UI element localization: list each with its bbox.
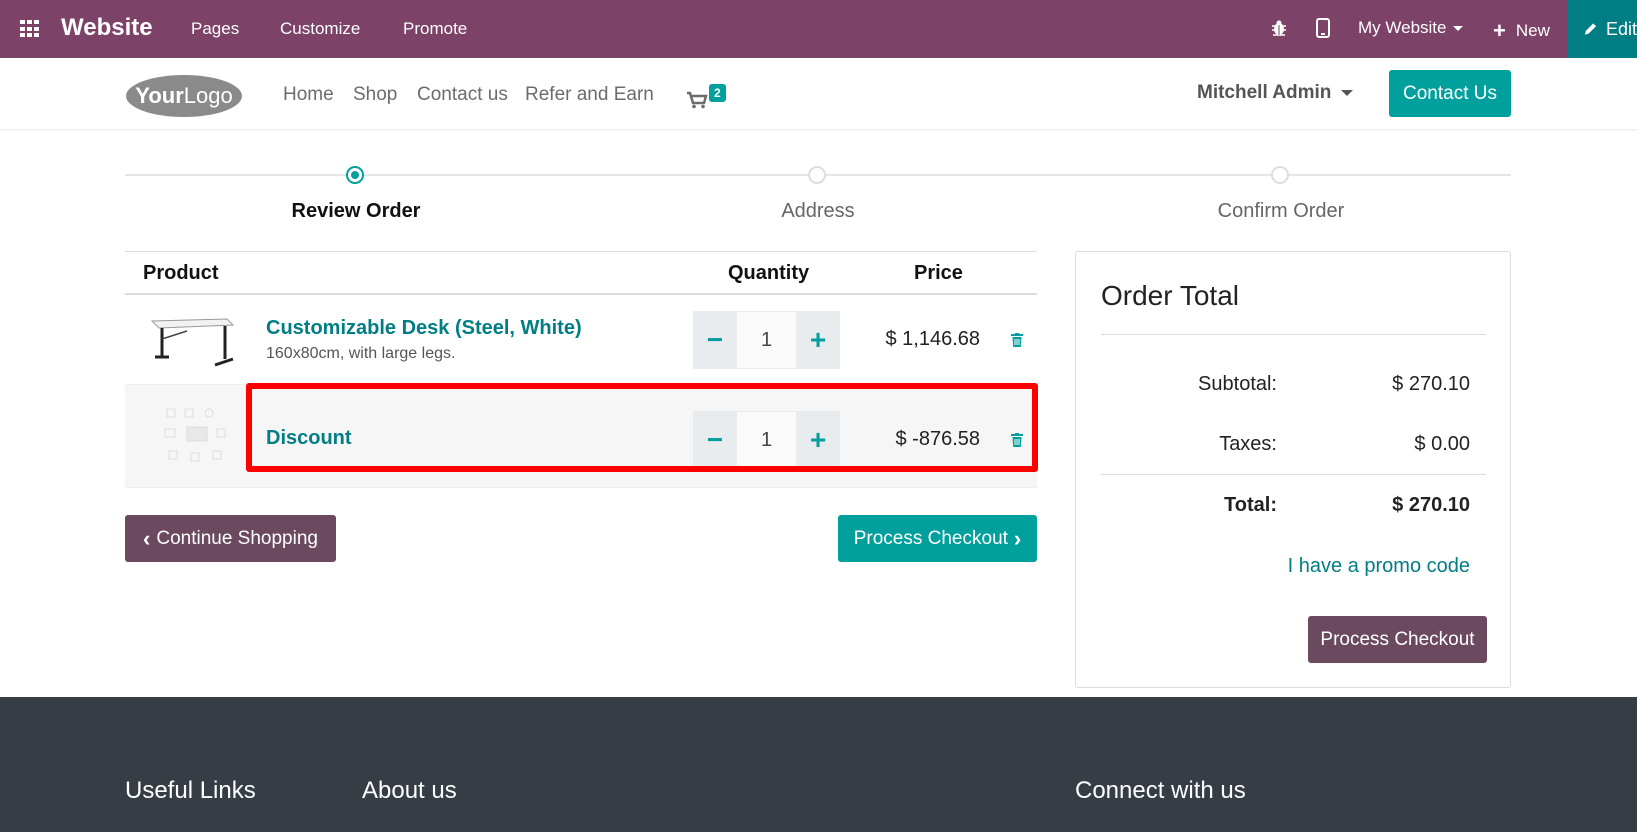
product-name-link[interactable]: Discount	[266, 427, 352, 450]
cart-count-badge: 2	[709, 84, 726, 102]
footer-connect-heading: Connect with us	[1075, 777, 1246, 804]
contact-us-button[interactable]: Contact Us	[1389, 70, 1511, 117]
taxes-value: $ 0.00	[1414, 433, 1470, 455]
mobile-preview-icon[interactable]	[1316, 18, 1330, 38]
footer-useful-links-heading: Useful Links	[125, 777, 256, 804]
nav-home[interactable]: Home	[283, 84, 334, 106]
new-button[interactable]: + New	[1493, 18, 1550, 44]
checkout-progress: Review Order Address Confirm Order	[125, 160, 1511, 230]
continue-shopping-button[interactable]: ‹ Continue Shopping	[125, 515, 336, 562]
my-website-dropdown[interactable]: My Website	[1358, 18, 1463, 38]
divider	[1101, 334, 1486, 335]
process-checkout-button[interactable]: Process Checkout	[1308, 616, 1487, 663]
process-checkout-label: Process Checkout	[853, 527, 1008, 549]
admin-topbar: Website Pages Customize Promote My Websi…	[0, 0, 1637, 58]
debug-bug-icon[interactable]	[1270, 19, 1288, 37]
col-quantity: Quantity	[728, 262, 810, 284]
nav-refer-and-earn[interactable]: Refer and Earn	[525, 84, 654, 106]
product-description: 160x80cm, with large legs.	[266, 345, 456, 362]
step-label-review: Review Order	[291, 200, 421, 222]
discount-placeholder-image	[157, 401, 237, 475]
col-price: Price	[914, 262, 963, 284]
promo-code-link[interactable]: I have a promo code	[1288, 555, 1470, 578]
table-header: Product Quantity Price	[125, 251, 1037, 295]
step-dot-confirm	[1271, 166, 1289, 184]
step-label-confirm: Confirm Order	[1217, 200, 1345, 222]
trash-icon[interactable]	[1011, 433, 1023, 447]
nav-contact-us[interactable]: Contact us	[417, 84, 508, 106]
increase-quantity-button[interactable]: +	[796, 311, 840, 369]
app-brand[interactable]: Website	[61, 14, 153, 42]
continue-shopping-label: Continue Shopping	[156, 527, 318, 549]
taxes-label: Taxes:	[1219, 433, 1277, 455]
plus-icon: +	[1493, 18, 1506, 43]
topnav-pages[interactable]: Pages	[191, 19, 239, 39]
my-website-label: My Website	[1358, 18, 1447, 37]
chevron-left-icon: ‹	[143, 525, 151, 551]
shopping-cart-icon	[687, 91, 708, 109]
product-name-link[interactable]: Customizable Desk (Steel, White)	[266, 317, 582, 340]
table-row: Discount − 1 + $ -876.58	[125, 385, 1037, 488]
site-footer: Useful Links About us Connect with us	[0, 697, 1637, 832]
edit-button[interactable]: Edit	[1567, 0, 1637, 58]
nav-shop[interactable]: Shop	[353, 84, 397, 106]
pencil-icon	[1584, 23, 1597, 35]
table-row: Customizable Desk (Steel, White) 160x80c…	[125, 295, 1037, 385]
total-value: $ 270.10	[1392, 494, 1470, 516]
topnav-promote[interactable]: Promote	[403, 19, 467, 39]
user-menu[interactable]: Mitchell Admin	[1197, 82, 1354, 104]
cart-link[interactable]: 2	[686, 82, 732, 112]
subtotal-label: Subtotal:	[1198, 373, 1277, 395]
trash-icon[interactable]	[1011, 333, 1023, 347]
site-header: YourLogo Home Shop Contact us Refer and …	[0, 58, 1637, 130]
subtotal-value: $ 270.10	[1392, 373, 1470, 395]
increase-quantity-button[interactable]: +	[796, 411, 840, 469]
svg-text:YourLogo: YourLogo	[135, 83, 232, 108]
step-dot-review	[346, 166, 364, 184]
decrease-quantity-button[interactable]: −	[693, 411, 737, 469]
total-label: Total:	[1224, 494, 1277, 516]
chevron-down-icon	[1452, 25, 1463, 31]
new-label: New	[1515, 21, 1550, 40]
topnav-customize[interactable]: Customize	[280, 19, 360, 39]
site-logo[interactable]: YourLogo	[124, 73, 244, 119]
step-label-address: Address	[781, 200, 855, 222]
divider	[1101, 474, 1486, 475]
user-name: Mitchell Admin	[1197, 82, 1332, 103]
desk-product-image	[150, 318, 235, 367]
quantity-stepper: − 1 +	[693, 311, 840, 369]
chevron-down-icon	[1341, 90, 1354, 96]
process-checkout-button[interactable]: Process Checkout ›	[838, 515, 1037, 562]
edit-label: Edit	[1605, 18, 1637, 39]
quantity-input[interactable]: 1	[737, 411, 796, 469]
cart-table: Product Quantity Price Customizable Desk…	[125, 251, 1037, 488]
quantity-input[interactable]: 1	[737, 311, 796, 369]
line-price: $ 1,146.68	[885, 328, 980, 350]
decrease-quantity-button[interactable]: −	[693, 311, 737, 369]
order-total-card: Order Total Subtotal: $ 270.10 Taxes: $ …	[1075, 251, 1511, 688]
order-total-title: Order Total	[1101, 280, 1239, 311]
apps-grid-icon[interactable]	[20, 20, 40, 38]
col-product: Product	[143, 262, 219, 284]
step-dot-address	[808, 166, 826, 184]
quantity-stepper: − 1 +	[693, 411, 840, 469]
chevron-right-icon: ›	[1013, 525, 1022, 551]
footer-about-us-heading: About us	[362, 777, 457, 804]
line-price: $ -876.58	[895, 428, 980, 450]
